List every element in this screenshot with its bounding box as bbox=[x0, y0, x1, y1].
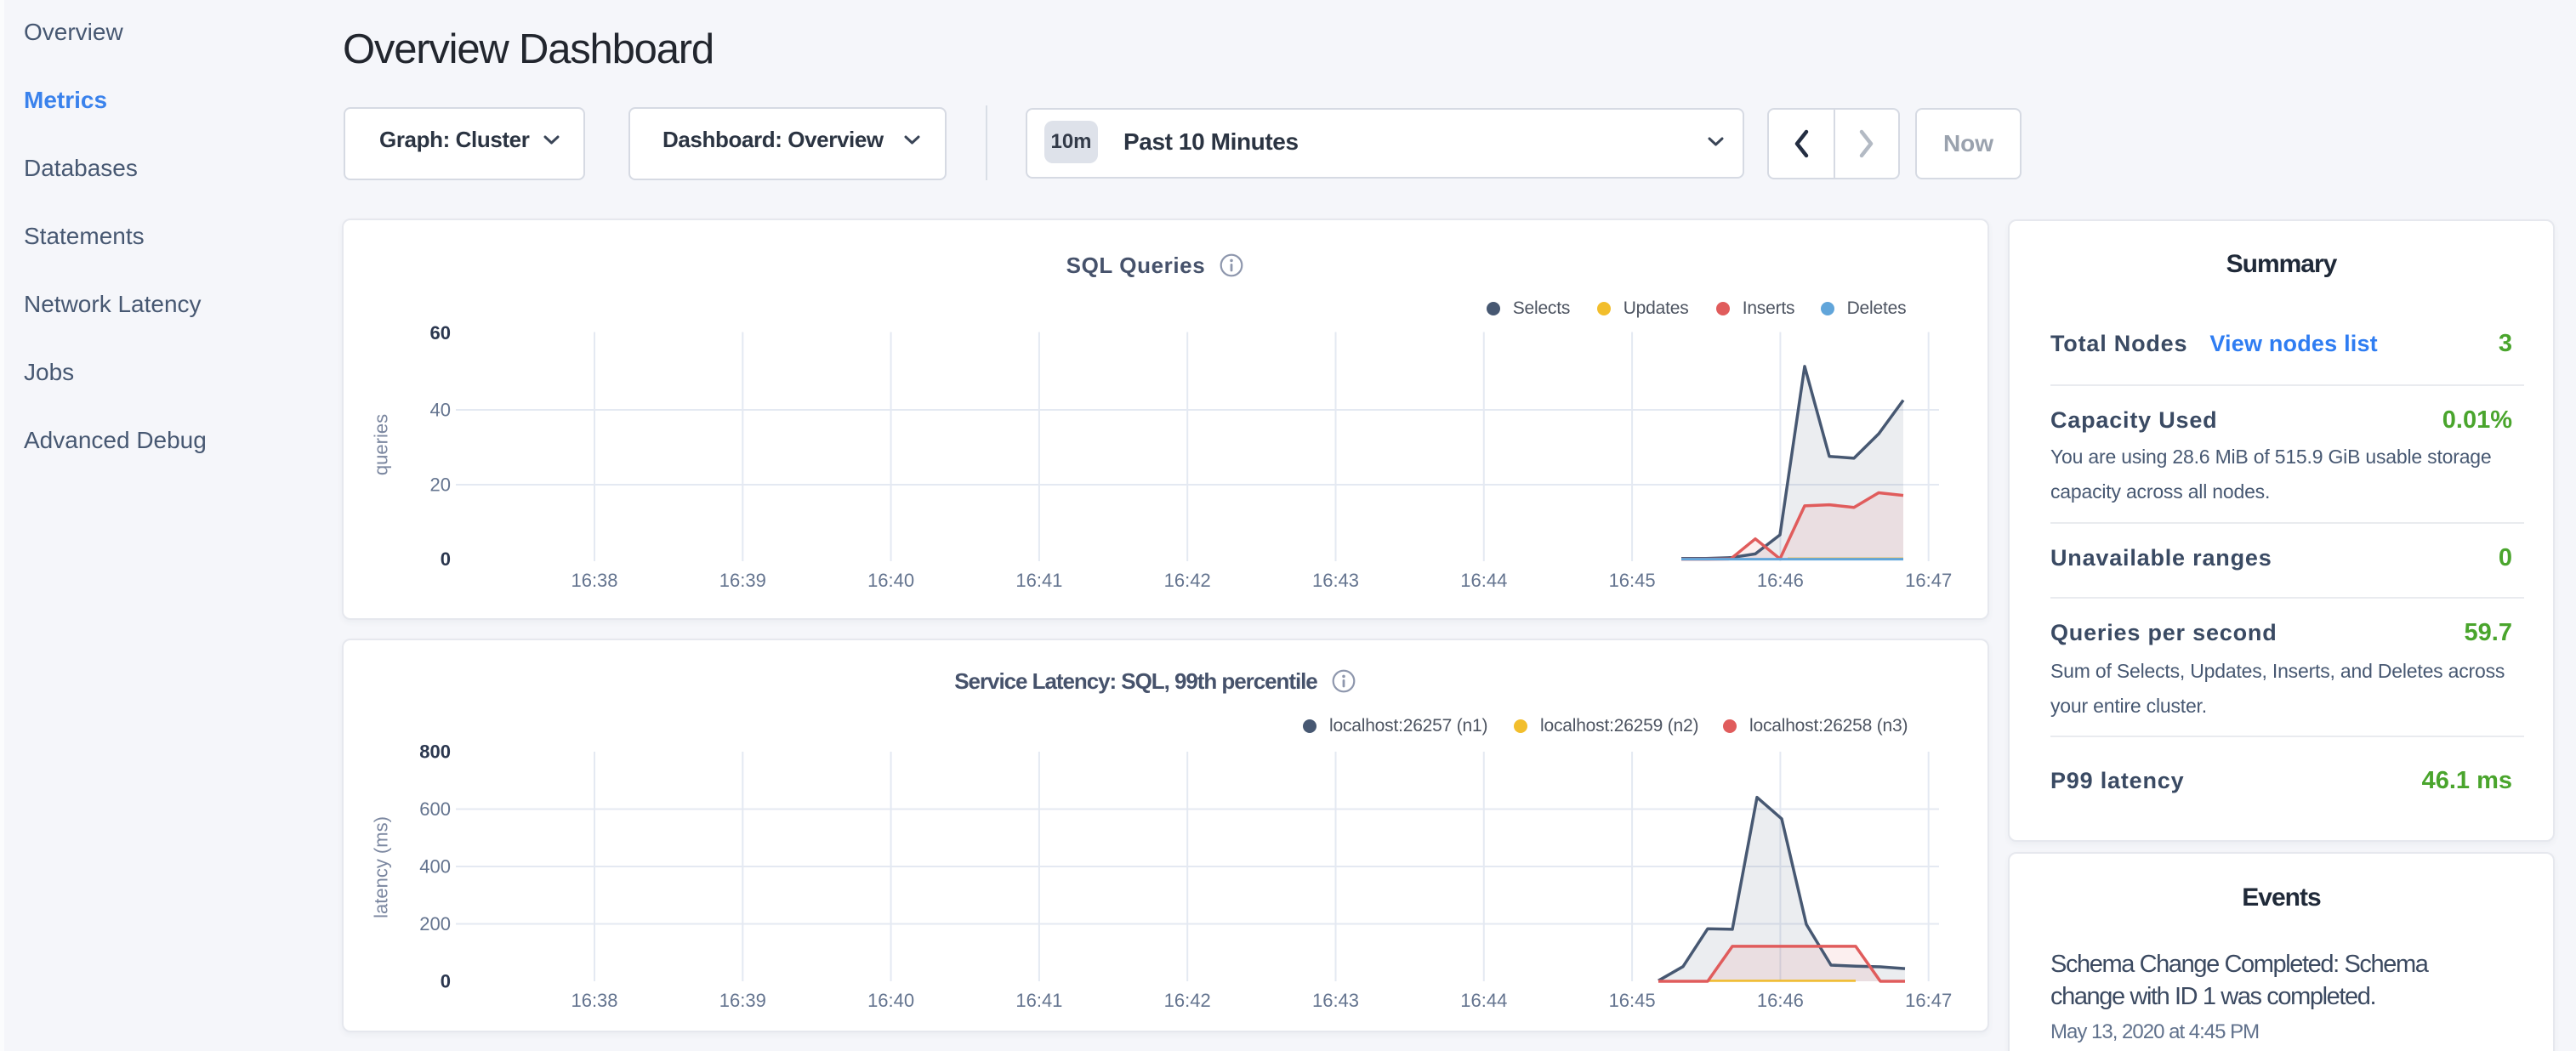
svg-text:16:47: 16:47 bbox=[1905, 990, 1952, 1011]
svg-text:20: 20 bbox=[430, 474, 451, 496]
svg-text:0: 0 bbox=[441, 971, 451, 992]
svg-text:400: 400 bbox=[419, 856, 451, 878]
svg-text:16:45: 16:45 bbox=[1609, 990, 1656, 1011]
svg-text:600: 600 bbox=[419, 798, 451, 820]
svg-text:16:41: 16:41 bbox=[1015, 570, 1062, 591]
svg-text:16:42: 16:42 bbox=[1164, 990, 1211, 1011]
svg-text:16:41: 16:41 bbox=[1015, 990, 1062, 1011]
svg-text:16:47: 16:47 bbox=[1905, 570, 1952, 591]
svg-text:40: 40 bbox=[430, 400, 451, 421]
svg-text:800: 800 bbox=[419, 741, 451, 763]
svg-text:16:46: 16:46 bbox=[1757, 990, 1804, 1011]
svg-text:16:43: 16:43 bbox=[1312, 570, 1359, 591]
svg-text:16:44: 16:44 bbox=[1460, 990, 1507, 1011]
svg-text:16:42: 16:42 bbox=[1164, 570, 1211, 591]
svg-text:16:38: 16:38 bbox=[571, 990, 617, 1011]
svg-text:16:45: 16:45 bbox=[1609, 570, 1656, 591]
svg-text:16:38: 16:38 bbox=[571, 570, 617, 591]
svg-text:16:43: 16:43 bbox=[1312, 990, 1359, 1011]
svg-text:queries: queries bbox=[371, 414, 392, 475]
svg-text:16:39: 16:39 bbox=[719, 570, 766, 591]
svg-text:200: 200 bbox=[419, 913, 451, 935]
svg-text:16:44: 16:44 bbox=[1460, 570, 1507, 591]
svg-text:16:46: 16:46 bbox=[1757, 570, 1804, 591]
svg-text:16:39: 16:39 bbox=[719, 990, 766, 1011]
svg-text:0: 0 bbox=[441, 548, 451, 570]
svg-text:60: 60 bbox=[430, 322, 451, 344]
svg-text:latency (ms): latency (ms) bbox=[371, 816, 392, 918]
svg-text:16:40: 16:40 bbox=[867, 570, 914, 591]
svg-text:16:40: 16:40 bbox=[867, 990, 914, 1011]
